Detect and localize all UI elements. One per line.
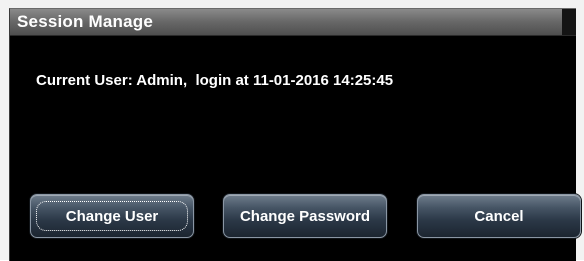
cancel-label: Cancel [474,207,524,225]
change-password-button[interactable]: Change Password [223,194,387,238]
dialog-title: Session Manage [17,12,154,31]
screen-background: Session Manage Current User: Admin, logi… [0,0,584,261]
change-user-button[interactable]: Change User [30,194,194,238]
change-password-label: Change Password [239,207,371,225]
session-manage-dialog: Session Manage Current User: Admin, logi… [9,8,581,261]
cancel-button[interactable]: Cancel [417,194,581,238]
dialog-title-bar: Session Manage [10,9,576,36]
change-user-label: Change User [65,207,159,225]
current-user-info: Current User: Admin, login at 11-01-2016… [36,72,394,89]
title-bar-edge [562,9,576,35]
